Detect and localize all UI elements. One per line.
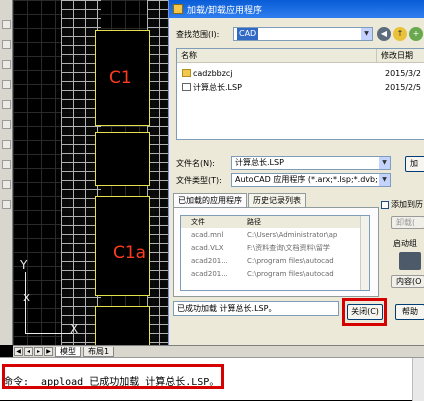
file-name-input[interactable]: 计算总长.LSP ▼ bbox=[231, 156, 391, 170]
file-name-label: 文件名(N): bbox=[176, 159, 215, 168]
column-header-name[interactable]: 名称 bbox=[177, 49, 377, 63]
tab-layout1[interactable]: 布局1 bbox=[83, 346, 115, 357]
dialog-title: 加载/卸载应用程序 bbox=[187, 5, 263, 16]
file-type-value: AutoCAD 应用程序 (*.arx;*.lsp;*.dvb; bbox=[235, 175, 378, 184]
ucs-x-label: X bbox=[70, 322, 79, 336]
ucs-origin-mark: x bbox=[23, 290, 31, 304]
list-item[interactable]: acad201... C:\program files\autocad bbox=[181, 255, 369, 267]
unload-button[interactable]: 卸载( bbox=[391, 216, 424, 229]
loaded-file: acad.VLX bbox=[191, 244, 224, 252]
loaded-file: acad201... bbox=[191, 257, 228, 265]
toolbar-button[interactable] bbox=[2, 100, 11, 109]
file-type-label: 文件类型(T): bbox=[176, 176, 222, 185]
list-item[interactable]: 计算总长.LSP 2015/2/5 bbox=[177, 81, 424, 94]
first-tab-icon[interactable]: ◀ bbox=[14, 347, 23, 356]
tab-model[interactable]: 模型 bbox=[55, 346, 81, 357]
loaded-file: acad.mnl bbox=[191, 231, 224, 239]
file-list[interactable]: 名称 修改日期 cadzbbzcj 2015/3/2 计算总长.LSP 2015… bbox=[176, 48, 424, 140]
status-message: 已成功加载 计算总长.LSP。 bbox=[173, 301, 339, 316]
list-item[interactable]: acad.VLX F:\资料查询\文档资料\留学 bbox=[181, 242, 369, 254]
loaded-tabs: 已加载的应用程序 历史记录列表 bbox=[173, 193, 307, 208]
file-date: 2015/2/5 bbox=[385, 83, 421, 92]
chevron-down-icon[interactable]: ▼ bbox=[361, 28, 372, 40]
checkbox-icon[interactable] bbox=[381, 200, 389, 209]
load-button[interactable]: 加 bbox=[405, 156, 424, 172]
back-icon[interactable]: ◀ bbox=[377, 27, 391, 41]
folder-up-icon[interactable]: ↑ bbox=[393, 27, 407, 41]
room-label: C1 bbox=[109, 68, 132, 88]
contents-button[interactable]: 内容(O bbox=[391, 275, 424, 288]
look-in-value: CAD bbox=[237, 28, 259, 40]
last-tab-icon[interactable]: ▶ bbox=[44, 347, 53, 356]
dialog-titlebar[interactable]: 加载/卸载应用程序 bbox=[169, 0, 424, 18]
room-label: C1a bbox=[113, 243, 147, 263]
close-highlight-box bbox=[342, 298, 387, 326]
loaded-apps-list[interactable]: 文件 路径 acad.mnl C:\Users\Administrator\ap… bbox=[180, 215, 370, 291]
add-to-history-checkbox[interactable]: 添加到历 bbox=[381, 199, 423, 210]
column-header-file: 文件 bbox=[191, 218, 205, 226]
chevron-down-icon[interactable]: ▼ bbox=[379, 174, 390, 186]
startup-suite-label: 启动组 bbox=[393, 239, 417, 248]
loaded-apps-panel: 文件 路径 acad.mnl C:\Users\Administrator\ap… bbox=[173, 207, 379, 297]
loaded-list-scrollbar[interactable] bbox=[360, 216, 369, 290]
file-date: 2015/3/2 bbox=[385, 69, 421, 78]
toolbar-button[interactable] bbox=[2, 180, 11, 189]
file-name: 计算总长.LSP bbox=[193, 83, 242, 92]
room-box bbox=[95, 132, 150, 186]
loaded-path: C:\program files\autocad bbox=[247, 270, 334, 278]
briefcase-icon bbox=[399, 252, 421, 270]
file-name-value: 计算总长.LSP bbox=[235, 158, 284, 167]
new-folder-icon[interactable]: + bbox=[409, 27, 423, 41]
toolbar-button[interactable] bbox=[2, 140, 11, 149]
ucs-y-label: Y bbox=[20, 258, 28, 272]
command-scrollbar[interactable] bbox=[412, 358, 424, 401]
next-tab-icon[interactable]: ▸ bbox=[34, 347, 43, 356]
lsp-file-icon bbox=[182, 83, 191, 91]
look-in-select[interactable]: CAD ▼ bbox=[233, 27, 373, 41]
help-button[interactable]: 帮助 bbox=[395, 304, 424, 320]
appload-dialog: 加载/卸载应用程序 查找范围(I): CAD ▼ ◀ ↑ + 名称 修改日期 c… bbox=[168, 0, 424, 345]
brick-wall-hatch bbox=[147, 0, 168, 345]
tab-loaded-apps[interactable]: 已加载的应用程序 bbox=[173, 193, 247, 208]
toolbar-button[interactable] bbox=[2, 120, 11, 129]
loaded-path: C:\Users\Administrator\ap bbox=[247, 231, 338, 239]
left-toolbar bbox=[0, 0, 13, 345]
prev-tab-icon[interactable]: ◂ bbox=[24, 347, 33, 356]
list-item[interactable]: acad.mnl C:\Users\Administrator\ap bbox=[181, 229, 369, 241]
ucs-x-axis bbox=[25, 333, 73, 334]
look-in-label: 查找范围(I): bbox=[176, 30, 220, 39]
add-to-history-label: 添加到历 bbox=[391, 200, 423, 209]
app-icon bbox=[173, 4, 183, 14]
toolbar-button[interactable] bbox=[2, 20, 11, 29]
loaded-path: C:\program files\autocad bbox=[247, 257, 334, 265]
toolbar-button[interactable] bbox=[2, 160, 11, 169]
loaded-list-header: 文件 路径 bbox=[181, 216, 369, 228]
toolbar-button[interactable] bbox=[2, 200, 11, 209]
drawing-canvas[interactable]: C1 C1a bbox=[13, 0, 168, 345]
room-box bbox=[95, 306, 150, 345]
column-header-modified[interactable]: 修改日期 bbox=[377, 49, 424, 63]
file-type-select[interactable]: AutoCAD 应用程序 (*.arx;*.lsp;*.dvb; ▼ bbox=[231, 173, 391, 187]
toolbar-button[interactable] bbox=[2, 60, 11, 69]
loaded-file: acad201... bbox=[191, 270, 228, 278]
command-highlight-box bbox=[2, 364, 224, 389]
list-item[interactable]: cadzbbzcj 2015/3/2 bbox=[177, 67, 424, 80]
folder-icon bbox=[182, 69, 191, 77]
column-header-path: 路径 bbox=[247, 218, 261, 226]
chevron-down-icon[interactable]: ▼ bbox=[379, 157, 390, 169]
layout-tab-bar: ◀ ◂ ▸ ▶ 模型 布局1 bbox=[13, 345, 424, 357]
loaded-path: F:\资料查询\文档资料\留学 bbox=[247, 244, 330, 252]
toolbar-button[interactable] bbox=[2, 40, 11, 49]
toolbar-button[interactable] bbox=[2, 80, 11, 89]
file-name: cadzbbzcj bbox=[193, 69, 233, 78]
list-item[interactable]: acad201... C:\program files\autocad bbox=[181, 268, 369, 280]
tab-history-list[interactable]: 历史记录列表 bbox=[248, 193, 306, 207]
